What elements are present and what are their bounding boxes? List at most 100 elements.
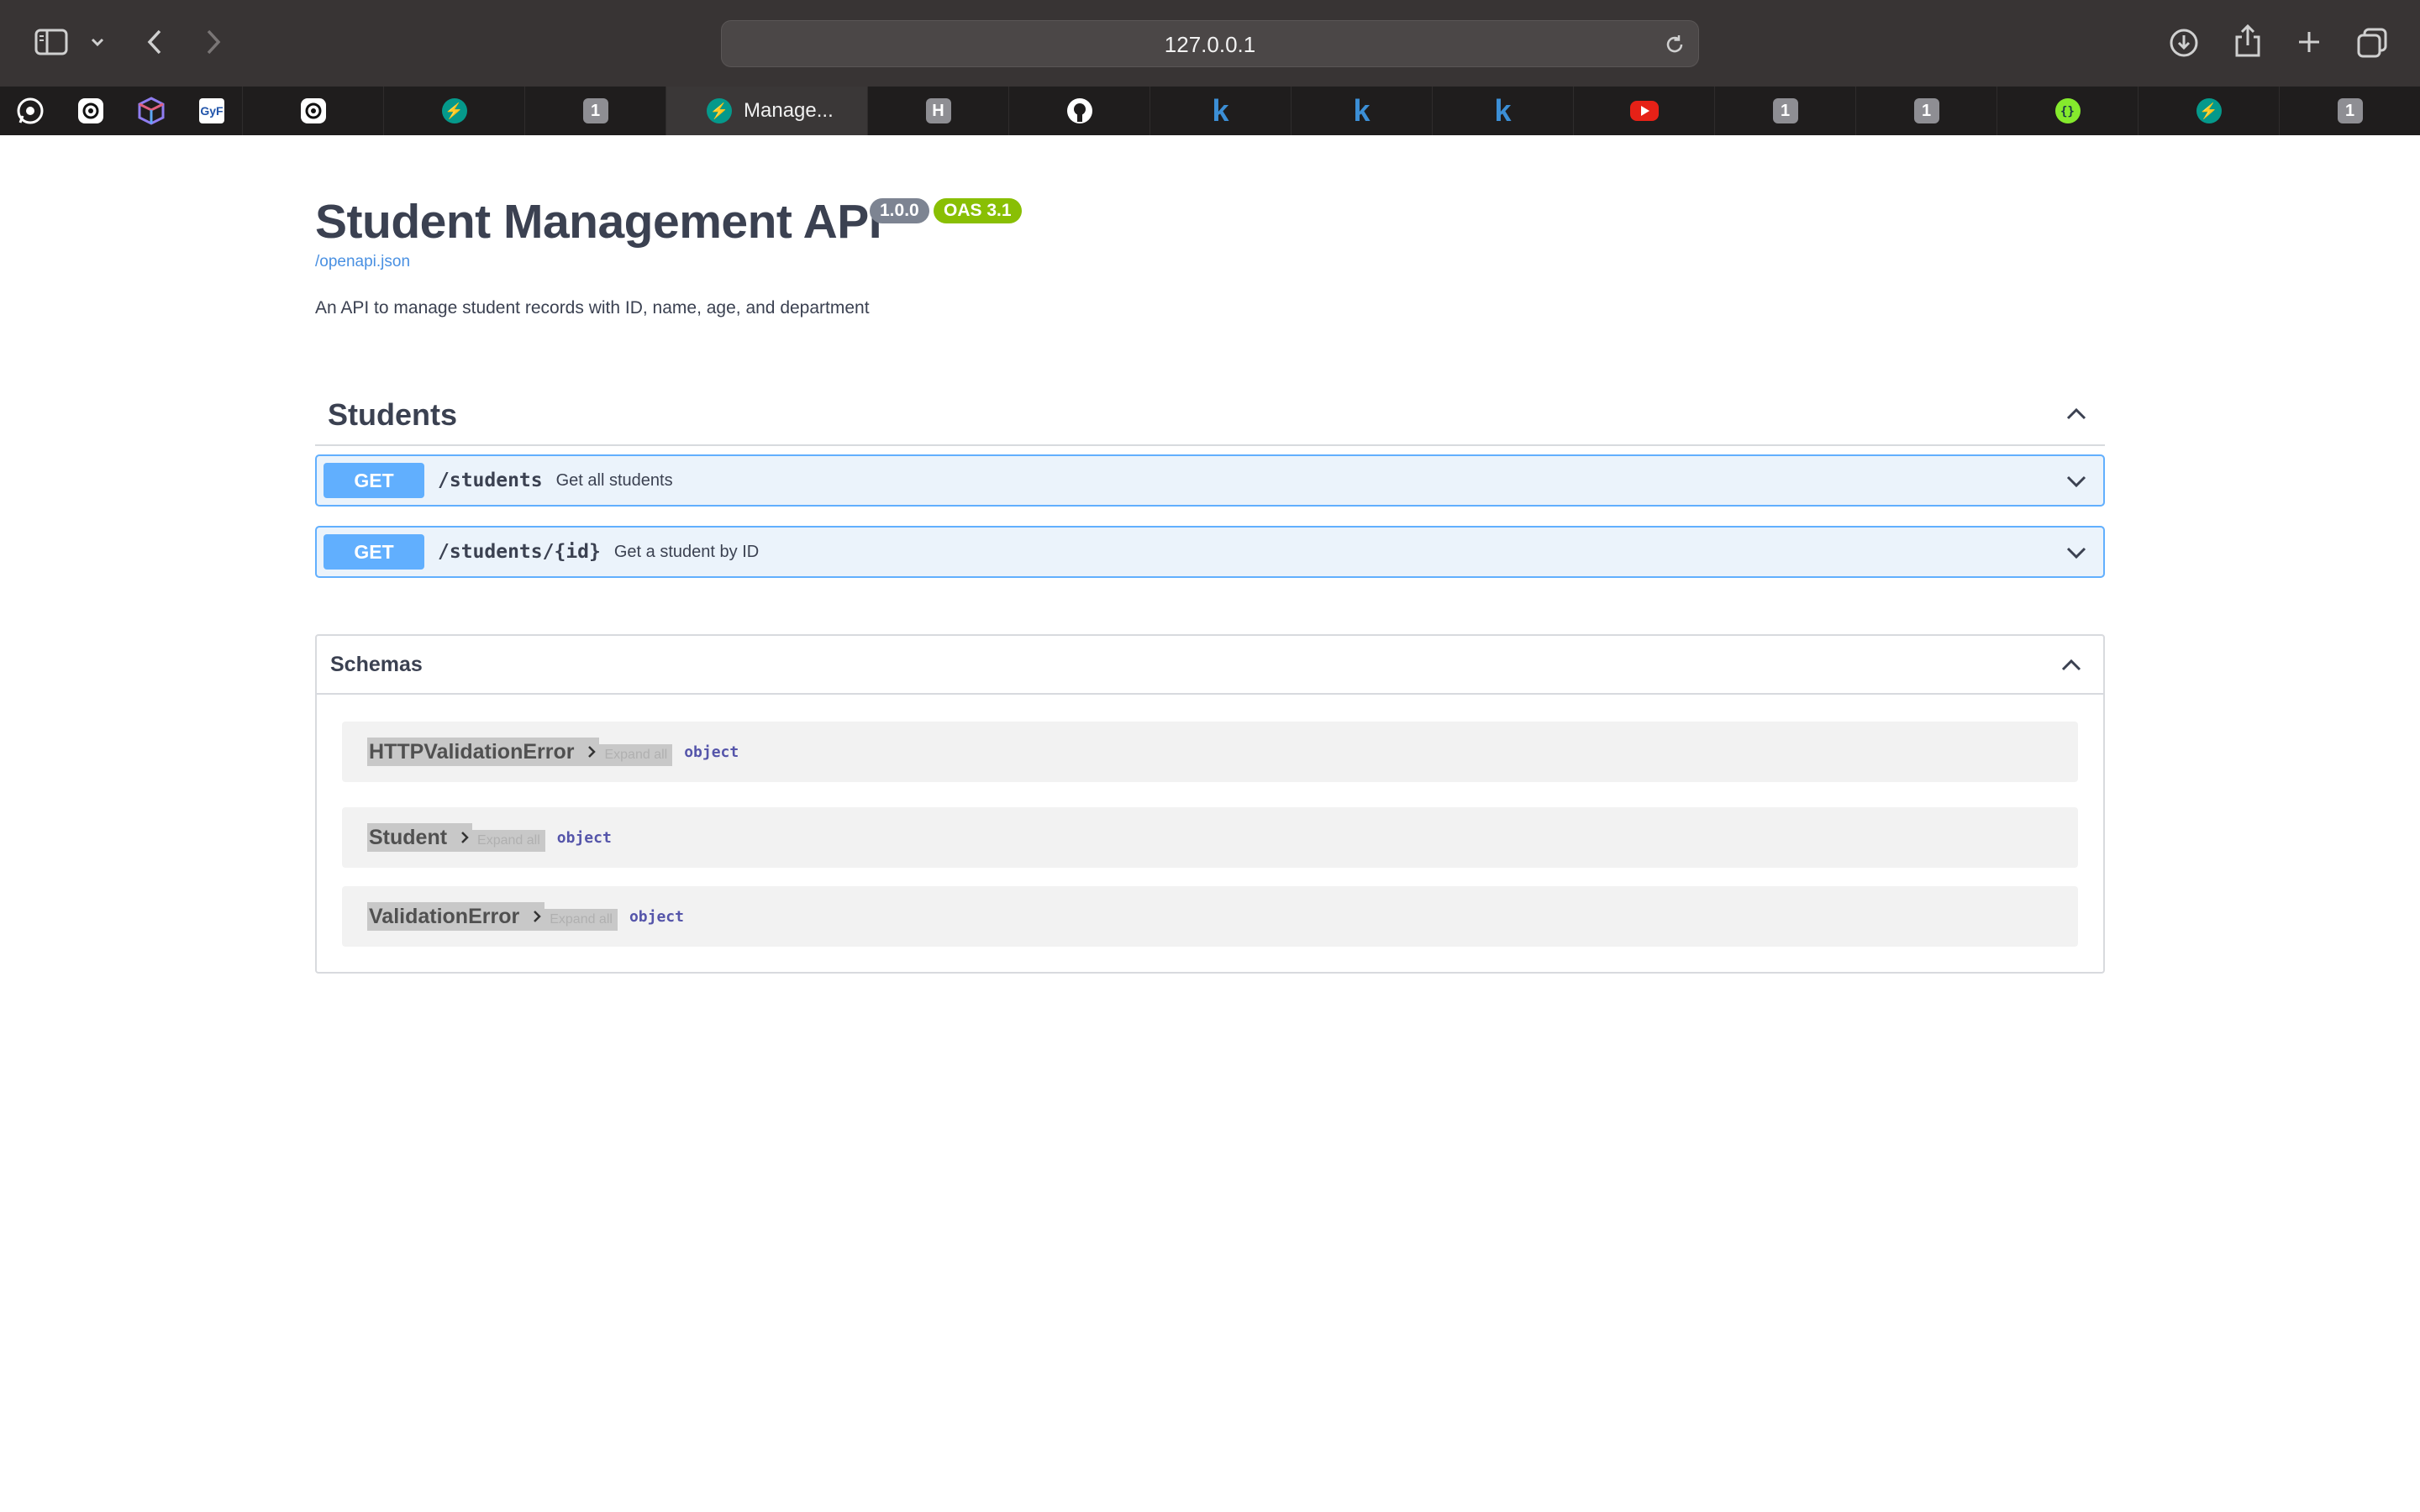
expand-all-button[interactable]: Expand all: [544, 909, 618, 931]
chevron-up-icon[interactable]: [2065, 402, 2088, 426]
youtube-icon: [1629, 101, 1659, 121]
schemas-section: Schemas HTTPValidationError Expand all o…: [315, 634, 2105, 974]
share-icon: [2235, 24, 2260, 57]
model-http-validation-error[interactable]: HTTPValidationError Expand all object: [342, 722, 2078, 782]
chevron-down-icon[interactable]: [2065, 470, 2088, 493]
browser-toolbar: 127.0.0.1: [0, 0, 2420, 87]
tab-1[interactable]: 1: [524, 87, 666, 135]
whatsapp-icon: [17, 97, 44, 124]
chevron-right-icon: [534, 911, 541, 922]
reload-icon[interactable]: [1663, 33, 1686, 56]
forward-button[interactable]: [198, 25, 229, 59]
version-badge: 1.0.0: [870, 198, 929, 223]
svg-text:{}: {}: [2060, 105, 2075, 118]
tab-1d[interactable]: 1: [2279, 87, 2420, 135]
address-bar[interactable]: 127.0.0.1: [721, 20, 1699, 67]
cube-icon: [138, 97, 165, 125]
tab-k-2[interactable]: k: [1291, 87, 1432, 135]
method-badge: GET: [324, 463, 424, 498]
method-badge: GET: [324, 534, 424, 570]
model-type: object: [556, 828, 612, 847]
chevron-up-icon[interactable]: [2060, 654, 2083, 677]
model-name-button[interactable]: ValidationError: [367, 902, 545, 931]
schemas-header[interactable]: Schemas: [317, 636, 2103, 695]
sidebar-toggle-button[interactable]: [32, 25, 71, 59]
tab-swagger[interactable]: {}: [1996, 87, 2138, 135]
operation-summary: Get all students: [555, 470, 673, 490]
model-validation-error[interactable]: ValidationError Expand all object: [342, 886, 2078, 947]
tab-h[interactable]: H: [867, 87, 1008, 135]
chevron-left-icon: [147, 29, 161, 55]
operation-summary: Get a student by ID: [613, 542, 760, 561]
tab-fastapi-2[interactable]: ⚡: [2138, 87, 2279, 135]
pinned-tab-gyf[interactable]: GyF: [182, 87, 242, 135]
pinned-tab-chatgpt[interactable]: [60, 87, 121, 135]
new-tab-button[interactable]: [2292, 25, 2326, 59]
github-icon: [1066, 98, 1092, 123]
k-icon: k: [1494, 93, 1512, 128]
gyf-icon: GyF: [199, 98, 224, 123]
api-title: Student Management API: [315, 195, 882, 249]
download-icon: [2170, 29, 2198, 57]
api-description: An API to manage student records with ID…: [315, 298, 870, 318]
tab-badge: 1: [1913, 98, 1939, 123]
model-name: HTTPValidationError: [369, 739, 575, 764]
plus-icon: [2299, 32, 2319, 52]
tab-active-manage[interactable]: ⚡ Manage...: [666, 87, 867, 135]
tab-github[interactable]: [1008, 87, 1150, 135]
k-icon: k: [1353, 93, 1370, 128]
model-student[interactable]: Student Expand all object: [342, 807, 2078, 868]
share-button[interactable]: [2230, 22, 2265, 60]
fastapi-icon: ⚡: [441, 98, 467, 123]
pinned-tab-cube[interactable]: [121, 87, 182, 135]
sidebar-menu-button[interactable]: [87, 32, 108, 52]
operation-get-student-by-id[interactable]: GET /students/{id} Get a student by ID: [315, 526, 2105, 578]
model-name: Student: [369, 825, 448, 849]
fastapi-icon: ⚡: [707, 98, 732, 123]
tab-badge: 1: [1772, 98, 1798, 123]
model-name-button[interactable]: HTTPValidationError: [367, 738, 600, 766]
tab-badge: 1: [2337, 98, 2363, 123]
tab-bar: GyF ⚡ 1 ⚡ Manage... H k k k 1 1 {} ⚡ 1: [0, 87, 2420, 135]
sidebar-icon: [34, 29, 68, 55]
k-icon: k: [1212, 93, 1229, 128]
tab-fastapi-1[interactable]: ⚡: [383, 87, 524, 135]
model-name-button[interactable]: Student: [367, 823, 473, 852]
tag-name: Students: [328, 397, 458, 432]
tag-students-header[interactable]: Students: [315, 386, 2105, 446]
tab-chatgpt[interactable]: [242, 87, 383, 135]
model-type: object: [684, 743, 739, 761]
schemas-title: Schemas: [330, 652, 423, 676]
chatgpt-icon: [300, 98, 326, 123]
tab-k-1[interactable]: k: [1150, 87, 1291, 135]
tab-badge: H: [925, 98, 951, 123]
downloads-button[interactable]: [2166, 25, 2202, 60]
operation-path: /students/{id}: [438, 541, 601, 563]
tab-k-3[interactable]: k: [1432, 87, 1573, 135]
tab-overview-button[interactable]: [2354, 25, 2390, 60]
pinned-tab-whatsapp[interactable]: [0, 87, 60, 135]
tab-badge: 1: [582, 98, 608, 123]
chevron-right-icon: [207, 29, 221, 55]
model-name: ValidationError: [369, 904, 520, 928]
tab-1c[interactable]: 1: [1855, 87, 1996, 135]
oas-badge: OAS 3.1: [934, 198, 1022, 223]
chevron-down-icon: [91, 38, 104, 47]
operation-path: /students: [438, 470, 543, 491]
back-button[interactable]: [139, 25, 170, 59]
operation-get-students[interactable]: GET /students Get all students: [315, 454, 2105, 507]
expand-all-button[interactable]: Expand all: [472, 830, 545, 852]
chevron-right-icon: [588, 746, 597, 758]
tab-title: Manage...: [744, 99, 834, 122]
expand-all-button[interactable]: Expand all: [599, 744, 673, 766]
chevron-right-icon: [461, 832, 469, 843]
tab-1b[interactable]: 1: [1714, 87, 1855, 135]
chevron-down-icon[interactable]: [2065, 541, 2088, 564]
url-text: 127.0.0.1: [1164, 32, 1256, 57]
info-header: Student Management API: [315, 194, 882, 249]
openapi-json-link[interactable]: /openapi.json: [315, 253, 410, 271]
fastapi-icon: ⚡: [2196, 98, 2222, 123]
tab-overview-icon: [2357, 28, 2387, 58]
tab-youtube[interactable]: [1573, 87, 1714, 135]
model-type: object: [629, 907, 684, 926]
